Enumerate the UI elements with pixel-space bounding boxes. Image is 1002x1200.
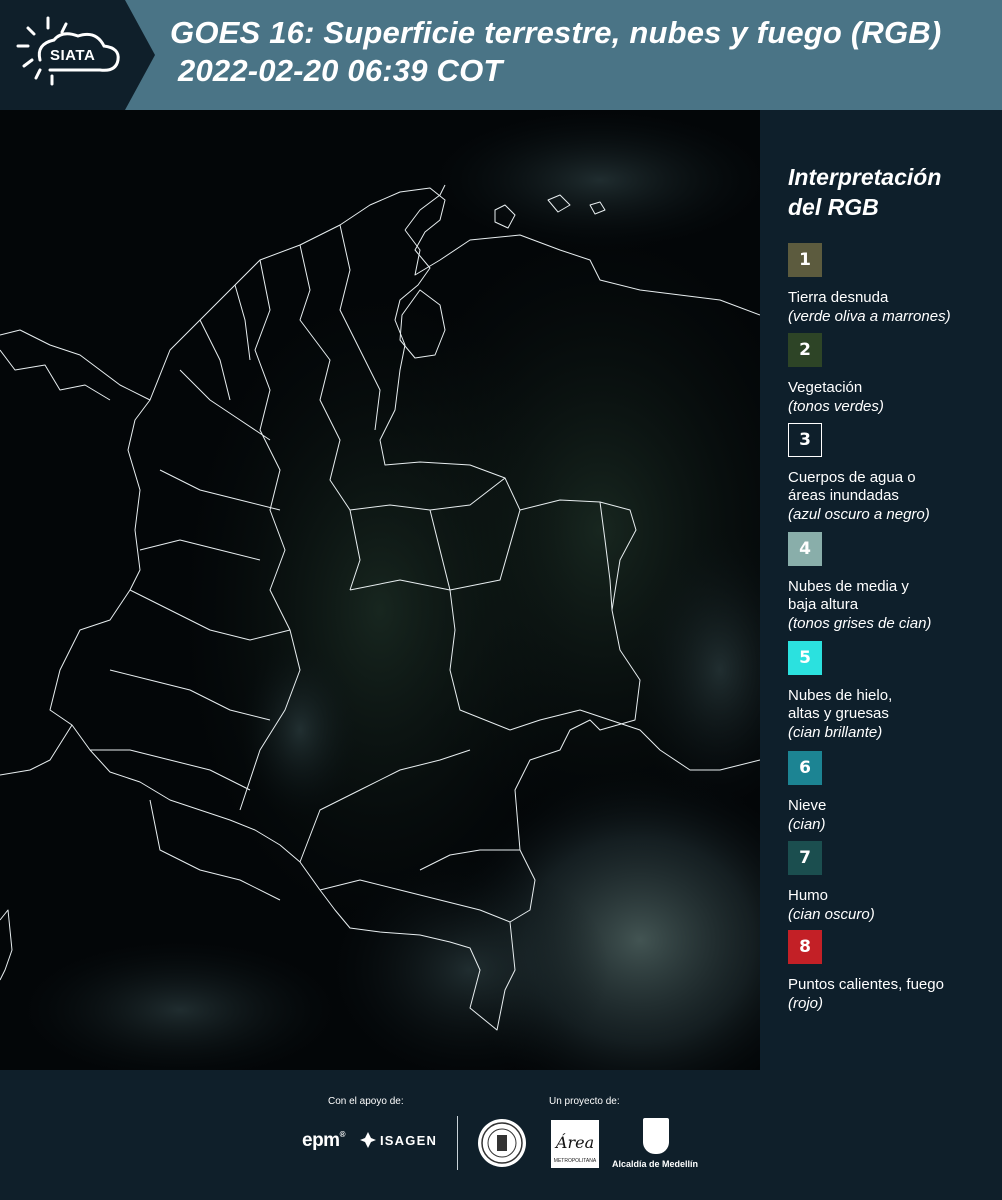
legend-item-smoke: 7 Humo (cian oscuro) (788, 841, 998, 924)
legend-item-ice-clouds: 5 Nubes de hielo, altas y gruesas (cian … (788, 641, 998, 742)
legend-label-5: Nubes de hielo, altas y gruesas (788, 687, 893, 722)
alcaldia-shield-icon (643, 1118, 669, 1154)
legend-swatch-5: 5 (788, 641, 822, 675)
legend-label-2: Vegetación (788, 379, 863, 396)
isagen-logo: ISAGEN (360, 1132, 437, 1148)
legend-desc-4: (tonos grises de cian) (788, 615, 932, 632)
legend-label-6: Nieve (788, 797, 827, 814)
legend-desc-6: (cian) (788, 816, 826, 833)
legend-title-line1: Interpretación (788, 164, 942, 190)
siata-logo-text: SIATA (50, 47, 96, 64)
cloud-center (240, 640, 360, 820)
title-product: GOES 16: Superficie terrestre, nubes y f… (170, 15, 942, 50)
isagen-icon (360, 1132, 376, 1148)
metro-caption: METROPOLITANA (553, 1158, 597, 1164)
satellite-map (0, 110, 760, 1070)
legend-title: Interpretación del RGB (788, 162, 941, 222)
legend-desc-1: (verde oliva a marrones) (788, 308, 951, 325)
legend-label-3: Cuerpos de agua o áreas inundadas (788, 469, 916, 504)
page-title: GOES 16: Superficie terrestre, nubes y f… (170, 14, 941, 90)
footer-divider (457, 1116, 458, 1170)
legend-title-line2: del RGB (788, 194, 879, 220)
legend-swatch-2: 2 (788, 333, 822, 367)
legend-desc-7: (cian oscuro) (788, 906, 875, 923)
title-timestamp: 2022-02-20 06:39 COT (178, 53, 503, 88)
isagen-logo-text: ISAGEN (380, 1132, 438, 1148)
alcaldia-logo-text: Alcaldía de Medellín (612, 1159, 699, 1169)
legend-item-low-clouds: 4 Nubes de media y baja altura (tonos gr… (788, 532, 998, 633)
legend-item-bare-soil: 1 Tierra desnuda (verde oliva a marrones… (788, 243, 998, 326)
legend-desc-5: (cian brillante) (788, 724, 883, 741)
rgb-legend: Interpretación del RGB 1 Tierra desnuda … (760, 110, 1002, 1070)
epm-logo: epm® (302, 1130, 346, 1152)
legend-item-snow: 6 Nieve (cian) (788, 751, 998, 834)
legend-swatch-4: 4 (788, 532, 822, 566)
legend-desc-3: (azul oscuro a negro) (788, 506, 930, 523)
legend-swatch-7: 7 (788, 841, 822, 875)
legend-swatch-3: 3 (788, 423, 822, 457)
legend-item-vegetation: 2 Vegetación (tonos verdes) (788, 333, 998, 416)
project-label: Un proyecto de: (549, 1096, 620, 1107)
cloud-north (430, 110, 760, 250)
header: SIATA GOES 16: Superficie terrestre, nub… (0, 0, 1002, 110)
legend-swatch-1: 1 (788, 243, 822, 277)
university-seal-logo (478, 1119, 526, 1167)
legend-label-4: Nubes de media y baja altura (788, 578, 909, 613)
legend-swatch-8: 8 (788, 930, 822, 964)
legend-desc-2: (tonos verdes) (788, 398, 884, 415)
epm-registered-mark: ® (339, 1130, 346, 1139)
legend-label-7: Humo (788, 887, 829, 904)
legend-item-water: 3 Cuerpos de agua o áreas inundadas (azu… (788, 423, 998, 524)
support-label: Con el apoyo de: (328, 1096, 404, 1107)
cloud-south (330, 860, 610, 1070)
legend-desc-8: (rojo) (788, 995, 824, 1012)
footer: Con el apoyo de: Un proyecto de: epm® IS… (0, 1070, 1002, 1200)
legend-label-1: Tierra desnuda (788, 289, 889, 306)
legend-label-8: Puntos calientes, fuego (788, 976, 944, 993)
legend-swatch-6: 6 (788, 751, 822, 785)
siata-logo: SIATA (0, 0, 155, 110)
legend-item-fire: 8 Puntos calientes, fuego (rojo) (788, 930, 998, 1013)
metro-script-text: Área (554, 1132, 594, 1152)
epm-logo-text: epm (302, 1130, 340, 1151)
